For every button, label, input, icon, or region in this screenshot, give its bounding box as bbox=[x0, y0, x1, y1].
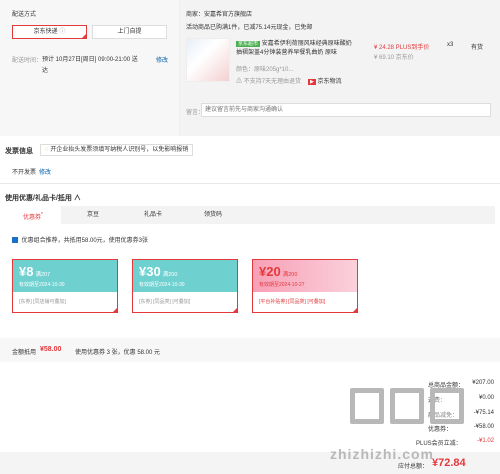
ship-option-jd-label: 京东快递 bbox=[33, 29, 58, 35]
coupon-amount: ¥8 bbox=[19, 264, 34, 279]
warning-icon: ⚠ bbox=[236, 79, 243, 85]
watermark-text: zhizhizhi.com bbox=[330, 446, 434, 462]
delivery-time-value: 预计 10月27日[周日] 09:00-21:00 送达 bbox=[42, 57, 138, 74]
coupon-tags: [东券] [同品类] [可叠加] bbox=[133, 292, 237, 312]
coupon-section-title[interactable]: 使用优惠/礼品卡/抵用 ∧ bbox=[5, 193, 81, 203]
product-qty: x3 bbox=[447, 42, 454, 48]
coupon-tags: [平台补贴券] [同品类] [可叠加] bbox=[253, 292, 357, 312]
coupon-summary-detail: 使用优惠券 3 张，优惠 58.00 元 bbox=[75, 350, 161, 356]
coupon-date: 有效期至2024-10-27 bbox=[259, 282, 305, 288]
delivery-title: 配送方式 bbox=[12, 12, 37, 18]
product-image[interactable] bbox=[186, 38, 230, 82]
product-spec: 颜色：原味205g*10... bbox=[236, 67, 294, 73]
product-tag: 京东超市 bbox=[236, 41, 261, 47]
coupon-date: 有效期至2024-10-30 bbox=[19, 282, 65, 288]
auto-recommend-text: 优惠组合推荐，共抵用58.00元，使用优惠券3张 bbox=[21, 238, 149, 244]
coupon-tabs: 优惠券* 京豆 礼品卡 领货码 bbox=[5, 206, 495, 224]
coupon-face: ¥20 满200 有效期至2024-10-27 bbox=[253, 260, 357, 292]
delivery-time-label: 配送时间： bbox=[12, 58, 43, 64]
coupon-card[interactable]: ¥8 满207 有效期至2024-10-30 [东券] [同店铺可叠加] bbox=[12, 259, 118, 313]
total-row-value: -¥75.14 bbox=[473, 410, 494, 416]
coupon-card[interactable]: ¥20 满200 有效期至2024-10-27 [平台补贴券] [同品类] [可叠… bbox=[252, 259, 358, 313]
selected-corner-icon bbox=[112, 307, 118, 313]
tab-gift-card[interactable]: 礼品卡 bbox=[125, 206, 181, 224]
memo-input[interactable] bbox=[201, 103, 491, 117]
pay-amount: ¥72.84 bbox=[432, 457, 466, 469]
watermark-glyph bbox=[430, 388, 464, 424]
service-jd-logistics: ▶ 京东物流 bbox=[308, 76, 342, 85]
store-panel: 商家：安嘉希官方旗舰店 活动商品已购满1件，已减75.14元现金，已免邮 京东超… bbox=[180, 0, 500, 136]
auto-recommend-checkbox[interactable] bbox=[12, 237, 18, 244]
watermark-logo bbox=[350, 388, 470, 426]
ship-option-pickup[interactable]: 上门自提 bbox=[92, 25, 167, 39]
delivery-panel: 配送方式 京东快递 ⓘ 上门自提 配送时间： 预计 10月27日[周日] 09:… bbox=[0, 0, 180, 136]
divider bbox=[0, 183, 500, 184]
invoice-title: 发票信息 bbox=[5, 148, 33, 155]
coupon-summary-amount: ¥58.00 bbox=[40, 346, 62, 353]
selected-corner-icon bbox=[352, 307, 358, 313]
invoice-edit-link[interactable]: 修改 bbox=[39, 167, 51, 176]
truck-icon: ▶ bbox=[308, 79, 316, 85]
watermark-glyph bbox=[390, 388, 424, 424]
coupon-amount: ¥20 bbox=[259, 264, 281, 279]
total-row-value: ¥207.00 bbox=[472, 380, 494, 386]
coupon-condition: 满200 bbox=[162, 272, 178, 278]
total-row-value: -¥1.02 bbox=[476, 438, 494, 444]
coupon-date: 有效期至2024-10-30 bbox=[139, 282, 185, 288]
info-icon: ⓘ bbox=[59, 29, 66, 35]
tab-coupons[interactable]: 优惠券* bbox=[5, 206, 61, 224]
auto-recommend-row[interactable]: 优惠组合推荐，共抵用58.00元，使用优惠券3张 bbox=[12, 235, 148, 244]
total-row-value: ¥0.00 bbox=[478, 395, 494, 401]
coupon-condition: 满207 bbox=[35, 272, 51, 278]
service-no-return-label: 不支持7天无理由退货 bbox=[243, 79, 302, 85]
coupon-condition: 满200 bbox=[282, 272, 298, 278]
ship-option-jd[interactable]: 京东快递 ⓘ bbox=[12, 25, 87, 39]
total-row-value: -¥58.00 bbox=[473, 424, 494, 430]
tab-coupons-label: 优惠券 bbox=[23, 215, 42, 221]
tab-redeem-code[interactable]: 领货码 bbox=[185, 206, 241, 224]
invoice-hint: ◌ 开企业抬头发票须填写纳税人识别号，以免影响报销 bbox=[40, 144, 194, 156]
watermark-glyph bbox=[350, 388, 384, 424]
pay-label: 应付总额： bbox=[398, 464, 429, 470]
coupon-card[interactable]: ¥30 满200 有效期至2024-10-30 [东券] [同品类] [可叠加] bbox=[132, 259, 238, 313]
delivery-edit-link[interactable]: 修改 bbox=[156, 55, 168, 64]
merchant-name: 商家：安嘉希官方旗舰店 bbox=[186, 12, 253, 18]
invoice-value: 不开发票 bbox=[12, 170, 37, 176]
product-price: ¥ 24.28 PLUS到手价 bbox=[374, 45, 430, 51]
coupon-tags: [东券] [同店铺可叠加] bbox=[13, 292, 117, 312]
coupon-face: ¥30 满200 有效期至2024-10-30 bbox=[133, 260, 237, 292]
invoice-hint-text: 开企业抬头发票须填写纳税人识别号，以免影响报销 bbox=[50, 147, 189, 153]
coupon-summary-label: 金额抵用 bbox=[12, 350, 37, 356]
product-title[interactable]: 京东超市 安嘉希伊利荷丽风味经典原味酸奶抽褶架盖4分钟装营养早餐乳曲奶 原味 bbox=[236, 40, 354, 58]
service-no-return: ⚠ 不支持7天无理由退货 bbox=[236, 76, 301, 85]
ship-option-pickup-label: 上门自提 bbox=[117, 29, 142, 35]
service-jd-logistics-label: 京东物流 bbox=[317, 79, 342, 85]
coupon-amount: ¥30 bbox=[139, 264, 161, 279]
selected-corner-icon bbox=[232, 307, 238, 313]
tab-jingdou[interactable]: 京豆 bbox=[65, 206, 121, 224]
promo-text: 活动商品已购满1件，已减75.14元现金，已免邮 bbox=[186, 25, 313, 31]
product-orig-price: ¥ 69.10 京东价 bbox=[374, 55, 414, 61]
product-stock: 有货 bbox=[471, 45, 484, 51]
selected-corner-icon bbox=[81, 33, 87, 39]
bulb-icon: ◌ bbox=[45, 147, 49, 153]
tab-coupons-badge: * bbox=[41, 212, 43, 218]
coupon-face: ¥8 满207 有效期至2024-10-30 bbox=[13, 260, 117, 292]
